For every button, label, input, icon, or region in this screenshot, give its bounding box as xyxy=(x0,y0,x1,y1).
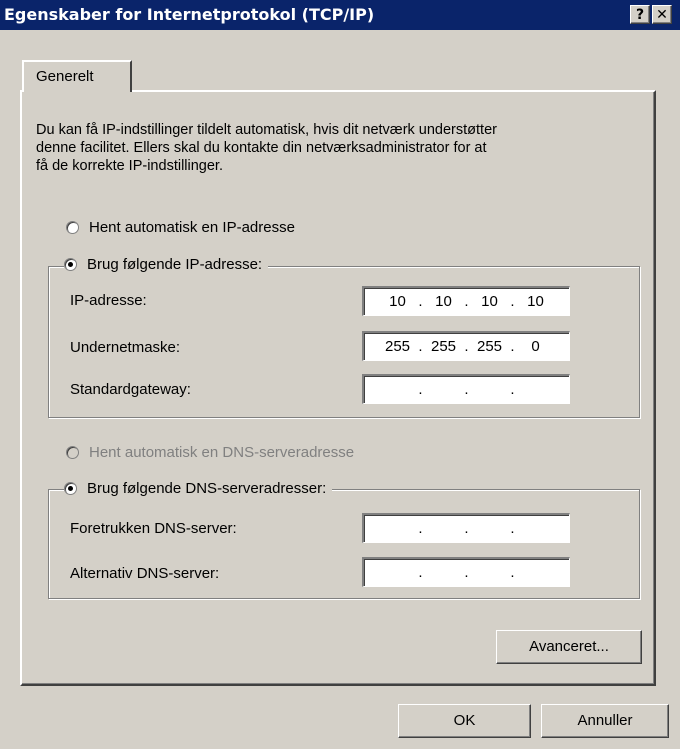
gateway-field[interactable]: . . . xyxy=(362,374,570,404)
alternate-dns-label: Alternativ DNS-server: xyxy=(70,565,220,582)
description-line-3: få de korrekte IP-indstillinger. xyxy=(36,158,223,174)
radio-manual-ip[interactable]: Brug følgende IP-adresse: xyxy=(64,256,269,273)
tab-generelt[interactable]: Generelt xyxy=(22,60,132,92)
radio-manual-ip-label: Brug følgende IP-adresse: xyxy=(87,256,263,273)
radio-auto-ip[interactable]: Hent automatisk en IP-adresse xyxy=(66,219,301,236)
radio-manual-dns-label: Brug følgende DNS-serveradresser: xyxy=(87,480,327,497)
radio-auto-dns: Hent automatisk en DNS-serveradresse xyxy=(66,444,361,461)
subnet-mask-label: Undernetmaske: xyxy=(70,339,181,356)
help-button[interactable]: ? xyxy=(630,5,650,24)
radio-auto-ip-label: Hent automatisk en IP-adresse xyxy=(89,219,295,236)
description-line-1: Du kan få IP-indstillinger tildelt autom… xyxy=(36,122,497,138)
tab-label: Generelt xyxy=(36,68,94,85)
radio-manual-dns[interactable]: Brug følgende DNS-serveradresser: xyxy=(64,480,333,497)
close-button[interactable]: ✕ xyxy=(652,5,672,24)
window-title: Egenskaber for Internetprotokol (TCP/IP) xyxy=(4,5,375,24)
alternate-dns-field[interactable]: . . . xyxy=(362,557,570,587)
advanced-button[interactable]: Avanceret... xyxy=(496,630,642,664)
cancel-button[interactable]: Annuller xyxy=(541,704,669,738)
description-line-2: denne facilitet. Ellers skal du kontakte… xyxy=(36,140,487,156)
radio-manual-dns-circle[interactable] xyxy=(64,482,77,495)
title-bar: Egenskaber for Internetprotokol (TCP/IP)… xyxy=(0,0,680,30)
preferred-dns-field[interactable]: . . . xyxy=(362,513,570,543)
radio-auto-dns-label: Hent automatisk en DNS-serveradresse xyxy=(89,444,355,461)
ok-button[interactable]: OK xyxy=(398,704,531,738)
radio-auto-ip-circle[interactable] xyxy=(66,221,79,234)
ip-address-field[interactable]: 10. 10. 10. 10 xyxy=(362,286,570,316)
gateway-label: Standardgateway: xyxy=(70,381,191,398)
radio-auto-dns-circle xyxy=(66,446,79,459)
radio-manual-ip-circle[interactable] xyxy=(64,258,77,271)
preferred-dns-label: Foretrukken DNS-server: xyxy=(70,520,237,537)
ip-address-label: IP-adresse: xyxy=(70,292,147,309)
subnet-mask-field[interactable]: 255. 255. 255. 0 xyxy=(362,331,570,361)
description-text: Du kan få IP-indstillinger tildelt autom… xyxy=(36,121,636,175)
